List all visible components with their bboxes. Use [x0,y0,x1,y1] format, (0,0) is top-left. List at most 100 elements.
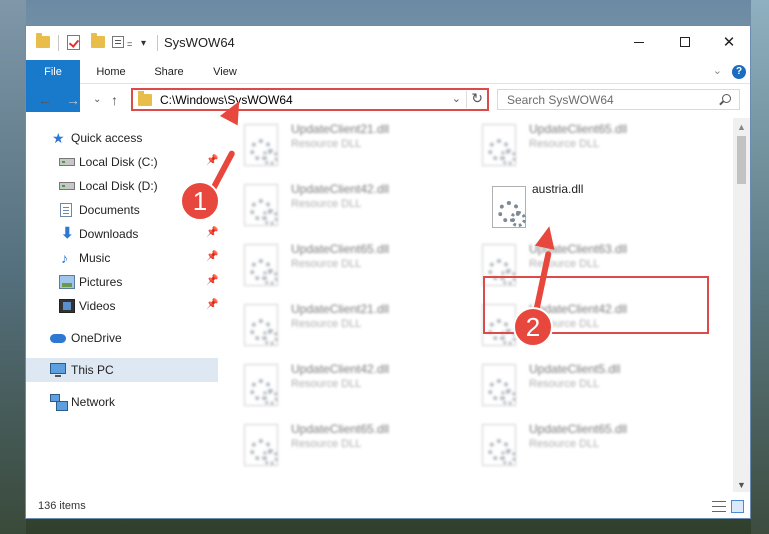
sidebar-item-local-disk-c[interactable]: Local Disk (C:) 📌 [26,150,218,174]
file-name: UpdateClient65.dll [529,422,628,436]
tab-view[interactable]: View [202,60,248,84]
desktop-background-left [0,0,26,534]
file-name: UpdateClient42.dll [291,362,390,376]
refresh-icon[interactable]: ↻ [471,90,483,107]
file-name: UpdateClient5.dll [529,362,621,376]
sidebar-item-downloads[interactable]: ⬇ Downloads 📌 [26,222,218,246]
scroll-down-arrow-icon[interactable]: ▼ [737,480,746,490]
content-area: ★ Quick access Local Disk (C:) 📌 Local D… [26,118,750,492]
file-item[interactable]: UpdateClient42.dll Resource DLL [236,358,466,410]
help-icon[interactable]: ? [732,65,746,79]
sidebar-item-label: Local Disk (D:) [79,179,158,193]
pin-icon[interactable]: 📌 [206,155,218,166]
pin-icon[interactable]: 📌 [206,299,218,310]
file-name: UpdateClient21.dll [291,122,390,136]
sidebar-item-label: Network [71,395,116,409]
file-type: Resource DLL [529,138,600,150]
file-type: Resource DLL [291,438,362,450]
file-item[interactable]: UpdateClient65.dll Resource DLL [236,418,466,470]
toolbar-separator [58,35,59,51]
tab-share[interactable]: Share [144,60,194,84]
sidebar-item-network[interactable]: Network [26,390,218,414]
sidebar-item-onedrive[interactable]: OneDrive [26,326,218,350]
maximize-button[interactable] [662,26,708,58]
new-folder-icon[interactable] [91,33,105,48]
minimize-button[interactable] [616,26,662,58]
address-bar[interactable]: C:\Windows\SysWOW64 ⌄ ↻ [131,88,489,111]
drive-icon [59,158,75,166]
documents-icon [60,203,72,217]
dll-file-icon [244,244,278,286]
toolbar-separator [157,35,158,51]
details-view-icon[interactable] [712,501,726,512]
back-arrow-icon[interactable]: ← [38,92,52,108]
dll-file-icon [244,304,278,346]
scrollbar-thumb[interactable] [737,136,746,184]
tab-home[interactable]: Home [86,60,136,84]
status-bar: 136 items [26,496,750,518]
file-type: Resource DLL [291,198,362,210]
file-type: Resource DLL [291,318,362,330]
folder-icon [138,90,152,106]
onedrive-cloud-icon [50,334,66,343]
step-badge-2: 2 [513,307,553,347]
file-item[interactable]: UpdateClient65.dll Resource DLL [474,418,704,470]
address-separator [466,91,467,108]
pin-icon[interactable]: 📌 [206,251,218,262]
sidebar-item-label: Downloads [79,227,139,241]
dll-file-icon [482,124,516,166]
sidebar-item-label: Music [79,251,111,265]
file-type: Resource DLL [291,258,362,270]
file-name: UpdateClient21.dll [291,302,390,316]
recent-locations-chevron-icon[interactable]: ⌄ [93,94,101,105]
quick-access-properties-icon[interactable] [112,36,124,48]
file-name: austria.dll [532,182,584,196]
pin-icon[interactable]: 📌 [206,227,218,238]
large-icons-view-icon[interactable] [731,500,744,513]
file-type: Resource DLL [529,438,600,450]
sidebar-item-label: Documents [79,203,140,217]
sidebar-item-quick-access[interactable]: ★ Quick access [26,126,218,150]
dll-file-icon [492,186,526,228]
drive-icon [59,182,75,190]
quick-access-star-icon: ★ [52,130,65,146]
sidebar-item-pictures[interactable]: Pictures 📌 [26,270,218,294]
window-title: SysWOW64 [164,35,235,50]
sidebar-item-label: Pictures [79,275,123,289]
file-explorer-window: = ▾ SysWOW64 ✕ File Home Share View ⌄ ? … [25,25,751,519]
vertical-scrollbar[interactable]: ▲ ▼ [733,118,750,492]
dll-file-icon [244,424,278,466]
file-item[interactable]: UpdateClient5.dll Resource DLL [474,358,704,410]
desktop-background-right [751,0,769,534]
close-button[interactable]: ✕ [706,26,750,58]
file-type: Resource DLL [529,378,600,390]
search-icon[interactable] [722,94,731,103]
properties-check-icon[interactable] [67,35,80,50]
file-item[interactable]: UpdateClient65.dll Resource DLL [474,118,704,170]
expand-ribbon-chevron-icon[interactable]: ⌄ [713,64,722,77]
pin-icon[interactable]: 📌 [206,275,218,286]
sidebar-item-this-pc[interactable]: This PC [26,358,218,382]
caret-icon: = [127,39,133,49]
forward-arrow-icon[interactable]: → [66,92,80,108]
file-item[interactable]: UpdateClient21.dll Resource DLL [236,118,466,170]
title-bar: = ▾ SysWOW64 ✕ [26,26,750,60]
file-item-austria-dll[interactable]: austria.dll [484,180,714,232]
file-name: UpdateClient42.dll [291,182,390,196]
sidebar-item-videos[interactable]: Videos 📌 [26,294,218,318]
address-dropdown-chevron-icon[interactable]: ⌄ [452,92,461,105]
maximize-icon [680,37,690,47]
scroll-up-arrow-icon[interactable]: ▲ [737,122,746,132]
file-name: UpdateClient65.dll [291,242,390,256]
close-icon: ✕ [722,34,736,51]
search-box[interactable]: Search SysWOW64 [497,89,740,110]
folder-icon[interactable] [36,33,50,48]
music-icon: ♪ [61,250,68,266]
ribbon: File Home Share View ⌄ ? [26,60,750,112]
up-arrow-icon[interactable]: ↑ [111,92,118,108]
sidebar-item-music[interactable]: ♪ Music 📌 [26,246,218,270]
file-item[interactable]: UpdateClient21.dll Resource DLL [236,298,466,350]
file-item[interactable]: UpdateClient65.dll Resource DLL [236,238,466,290]
file-item[interactable]: UpdateClient42.dll Resource DLL [236,178,466,230]
customize-quick-access-chevron-icon[interactable]: ▾ [141,38,146,49]
